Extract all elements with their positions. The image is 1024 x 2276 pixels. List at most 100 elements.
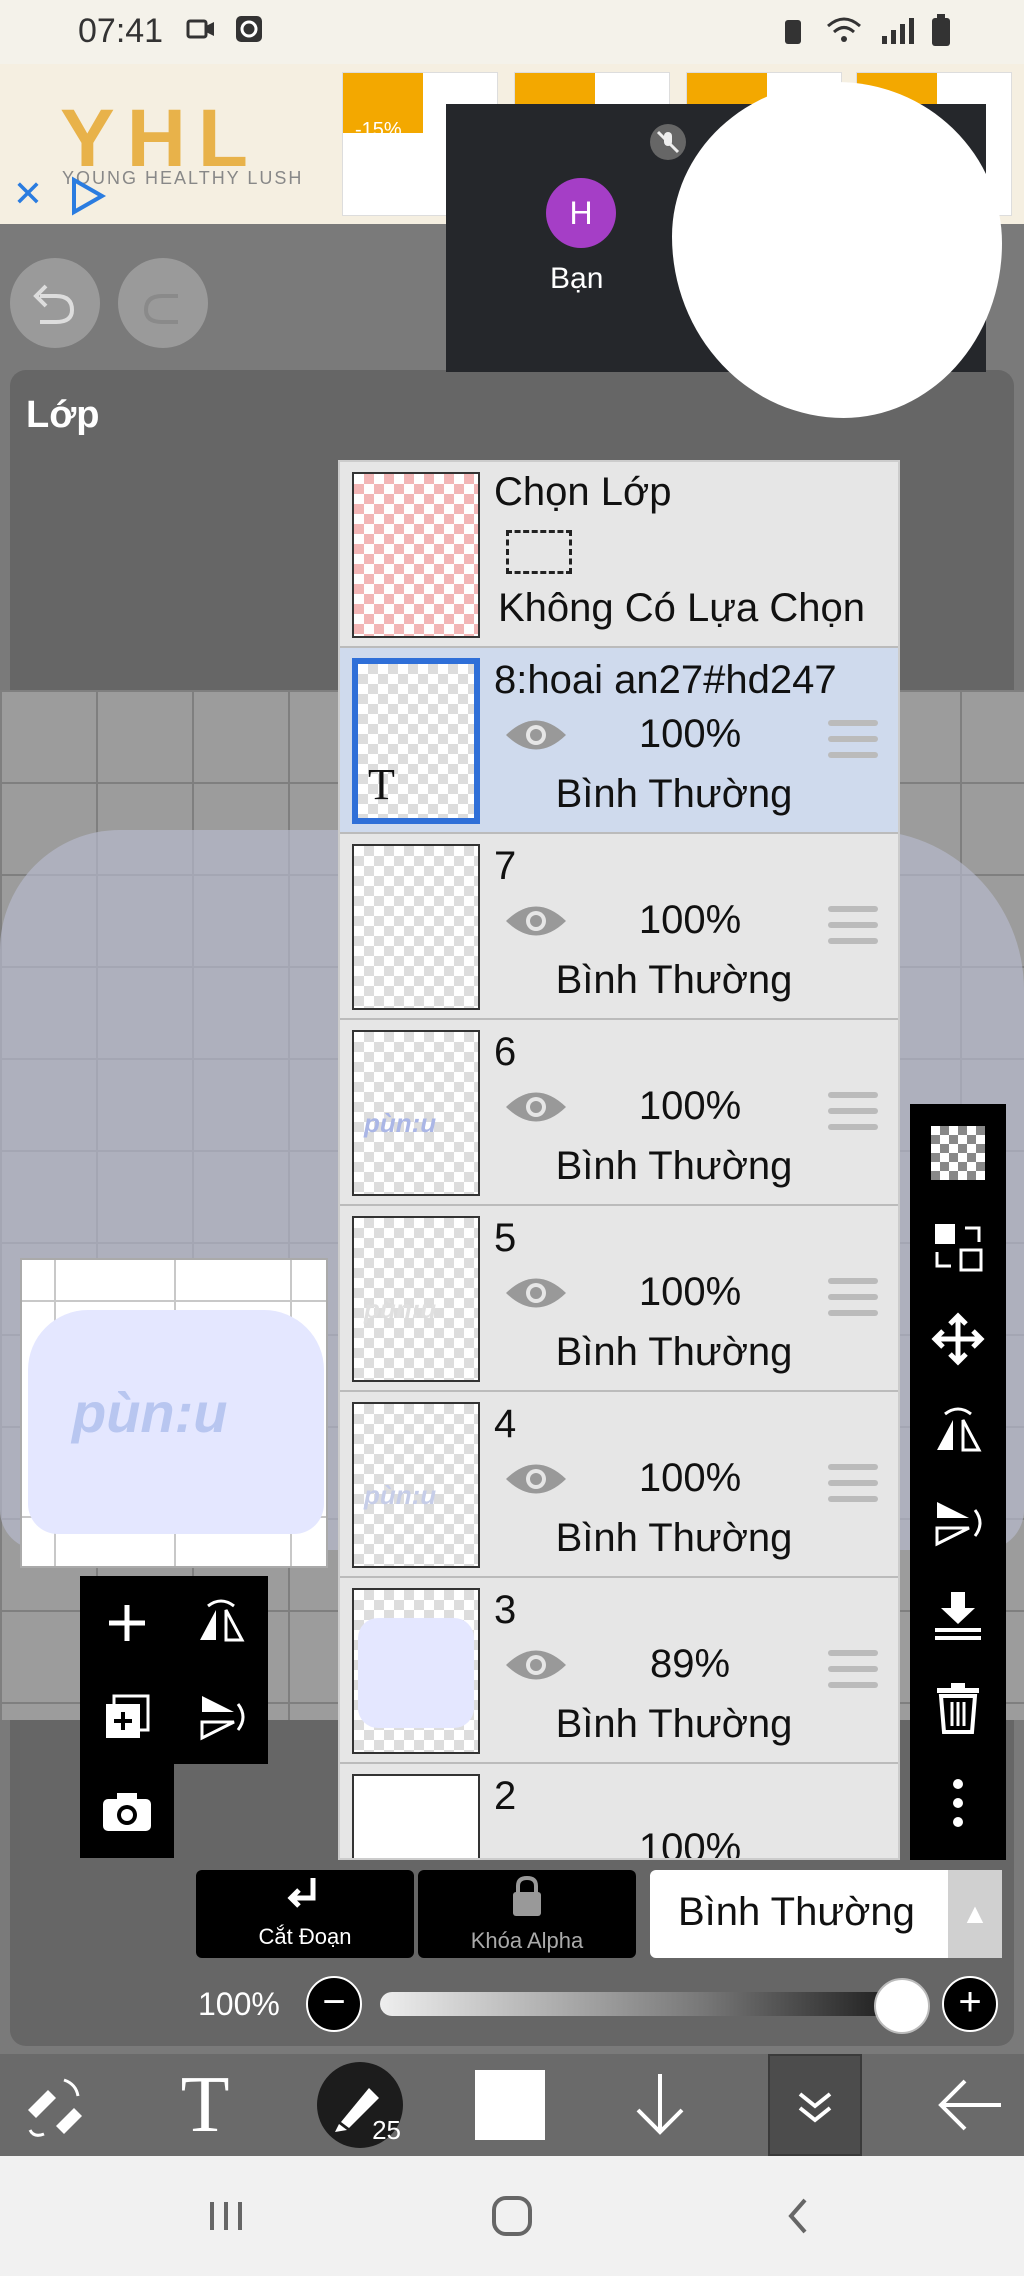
system-back-button[interactable]: [768, 2186, 828, 2246]
undo-button[interactable]: [10, 258, 100, 348]
eye-icon[interactable]: [504, 714, 568, 756]
alpha-lock-button[interactable]: Khóa Alpha: [418, 1870, 636, 1958]
home-button[interactable]: [482, 2186, 542, 2246]
clip-arrow-icon: [196, 1874, 414, 1924]
battery-icon: [932, 14, 950, 46]
selection-status: Không Có Lựa Chọn: [498, 586, 866, 630]
layer-opacity: 100%: [638, 1084, 742, 1128]
thumbnail-text: pùn:u: [364, 1108, 437, 1138]
eye-icon[interactable]: [504, 900, 568, 942]
add-layer-button[interactable]: [80, 1576, 174, 1670]
brush-icon: 25: [317, 2062, 403, 2148]
camera-icon: [103, 1793, 151, 1831]
text-tool-icon: T: [180, 2060, 230, 2149]
flip-horizontal-button[interactable]: [910, 1384, 1006, 1478]
layer-row[interactable]: pùn:u 5 100% Bình Thường: [340, 1206, 898, 1392]
plus-icon: [109, 1605, 145, 1641]
redo-icon: [143, 294, 178, 324]
brush-tool-button[interactable]: 25: [300, 2054, 420, 2156]
layer-opacity: 100%: [638, 1826, 742, 1860]
layer-blend-mode: Bình Thường: [555, 1330, 793, 1374]
flip-vertical-button[interactable]: [174, 1670, 268, 1764]
opacity-slider[interactable]: [380, 1992, 920, 2016]
swap-layers-button[interactable]: [910, 1200, 1006, 1294]
drag-handle-icon[interactable]: [828, 906, 878, 946]
arrow-down-icon: [636, 2074, 684, 2135]
layer-row[interactable]: 7 100% Bình Thường: [340, 834, 898, 1020]
blend-mode-select[interactable]: Bình Thường ▲: [650, 1870, 1002, 1958]
mic-muted-icon: [650, 124, 686, 160]
layer-row[interactable]: 3 89% Bình Thường: [340, 1578, 898, 1764]
home-icon: [492, 2196, 532, 2236]
opacity-value: 100%: [198, 1986, 280, 2022]
double-chevron-down-icon: [798, 2092, 832, 2123]
recent-apps-icon: [210, 2202, 242, 2230]
selection-layer-thumbnail: [352, 472, 480, 638]
transparency-button[interactable]: [910, 1106, 1006, 1200]
merge-down-button[interactable]: [910, 1568, 1006, 1662]
layer-blend-mode: Bình Thường: [555, 1702, 793, 1746]
layer-down-button[interactable]: [610, 2054, 710, 2156]
text-tool-button[interactable]: T: [150, 2054, 260, 2156]
tool-switch-button[interactable]: [0, 2054, 110, 2156]
flip-horizontal-icon: [200, 1599, 245, 1642]
layer-thumbnail: [352, 844, 480, 1010]
layer-menu-button[interactable]: [768, 2054, 862, 2156]
layer-thumbnail: pùn:u: [352, 1402, 480, 1568]
delete-layer-button[interactable]: [910, 1660, 1006, 1754]
layer-row[interactable]: 2 100%: [340, 1764, 898, 1860]
layer-row[interactable]: pùn:u 6 100% Bình Thường: [340, 1020, 898, 1206]
alpha-lock-label: Khóa Alpha: [470, 1928, 584, 1953]
status-icons: [778, 14, 952, 48]
drag-handle-icon[interactable]: [828, 1650, 878, 1690]
ad-close-icon[interactable]: ✕: [10, 176, 46, 212]
drag-handle-icon[interactable]: [828, 1464, 878, 1504]
flip-horizontal-icon: [937, 1407, 982, 1452]
camera-button[interactable]: [80, 1764, 174, 1858]
layer-thumbnail: pùn:u: [352, 1030, 480, 1196]
avatar: H: [546, 178, 616, 248]
eye-icon[interactable]: [504, 1458, 568, 1500]
layer-name: 7: [494, 844, 517, 888]
flip-horizontal-button[interactable]: [174, 1576, 268, 1670]
move-button[interactable]: [910, 1292, 1006, 1386]
eye-icon[interactable]: [504, 1086, 568, 1128]
duplicate-layer-button[interactable]: [80, 1670, 174, 1764]
thumbnail-text: pùn:u: [364, 1294, 437, 1324]
layer-name: 2: [494, 1774, 517, 1818]
flip-vertical-button[interactable]: [910, 1476, 1006, 1570]
selection-layer-row[interactable]: Chọn Lớp Không Có Lựa Chọn: [340, 462, 898, 648]
drag-handle-icon[interactable]: [828, 1092, 878, 1132]
recent-apps-button[interactable]: [196, 2186, 256, 2246]
layer-blend-mode: Bình Thường: [555, 1516, 793, 1560]
thumbnail-cloud: [358, 1618, 474, 1728]
layer-row[interactable]: pùn:u 4 100% Bình Thường: [340, 1392, 898, 1578]
add-layer-copy-icon: [106, 1694, 150, 1738]
ad-discount-badge: -15%: [343, 73, 423, 141]
main-toolbar: T 25: [0, 2054, 1024, 2156]
clock-app-icon: [236, 16, 262, 42]
clipping-button[interactable]: Cắt Đoạn: [196, 1870, 414, 1958]
participant-name: Bạn: [550, 262, 604, 295]
brush-size: 25: [372, 2115, 401, 2145]
opacity-slider-knob[interactable]: [874, 1978, 930, 2034]
redo-button[interactable]: [118, 258, 208, 348]
more-options-button[interactable]: [910, 1756, 1006, 1850]
layer-name: 4: [494, 1402, 517, 1446]
opacity-decrease-button[interactable]: −: [306, 1976, 362, 2032]
blend-mode-value: Bình Thường: [678, 1890, 915, 1934]
back-button[interactable]: [920, 2054, 1020, 2156]
drag-handle-icon[interactable]: [828, 720, 878, 760]
canvas-preview[interactable]: pùn:u: [20, 1258, 328, 1568]
drag-handle-icon[interactable]: [828, 1278, 878, 1318]
layer-list[interactable]: Chọn Lớp Không Có Lựa Chọn T 8:hoai an27…: [338, 460, 900, 1860]
arrow-left-icon: [938, 2079, 1001, 2131]
eye-icon[interactable]: [504, 1644, 568, 1686]
layer-name: 5: [494, 1216, 517, 1260]
ad-choices-icon[interactable]: [68, 176, 108, 216]
chevron-left-icon: [788, 2198, 807, 2234]
layer-row[interactable]: T 8:hoai an27#hd247 100% Bình Thường: [340, 648, 898, 834]
color-button[interactable]: [460, 2054, 560, 2156]
eye-icon[interactable]: [504, 1272, 568, 1314]
opacity-increase-button[interactable]: +: [942, 1976, 998, 2032]
